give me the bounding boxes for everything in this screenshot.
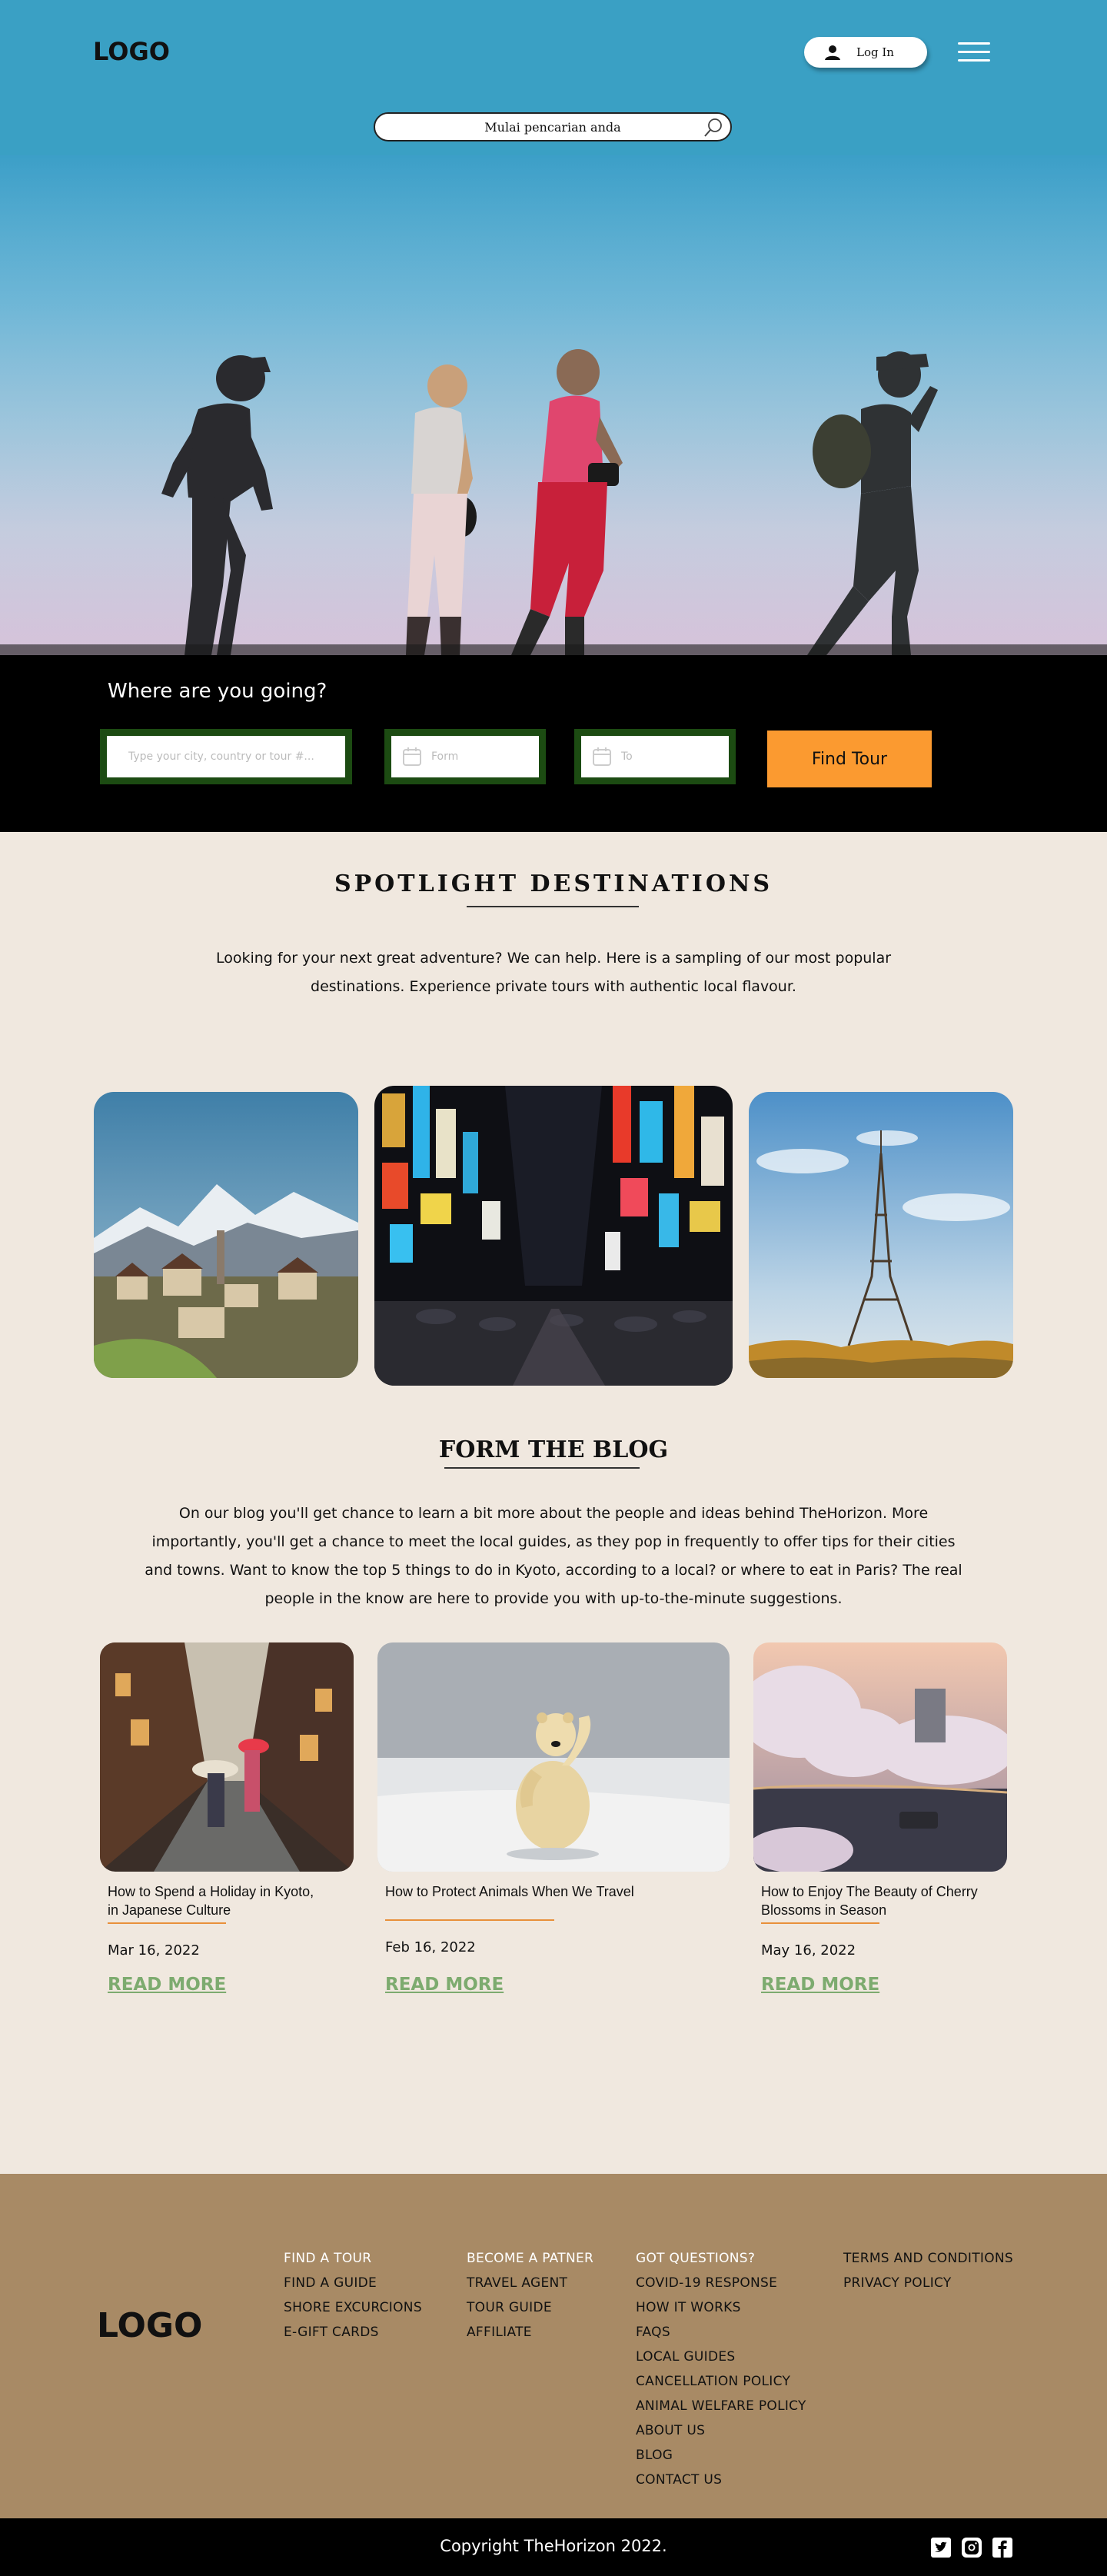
footer-link-how-it-works[interactable]: HOW IT WORKS bbox=[636, 2295, 806, 2320]
from-date-field bbox=[384, 729, 546, 784]
menu-icon[interactable] bbox=[958, 42, 990, 62]
blog-card: How to Protect Animals When We Travel Fe… bbox=[377, 1642, 730, 2042]
blog-image-kyoto[interactable] bbox=[100, 1642, 354, 1872]
blog-post-date: Feb 16, 2022 bbox=[385, 1939, 476, 1955]
site-footer: LOGO FIND A TOUR FIND A GUIDE SHORE EXCU… bbox=[0, 2174, 1107, 2518]
blog-image-polar-bear[interactable] bbox=[377, 1642, 730, 1872]
login-button[interactable]: Log In bbox=[804, 37, 927, 68]
footer-link-animal-welfare-policy[interactable]: ANIMAL WELFARE POLICY bbox=[636, 2394, 806, 2418]
blog-description: On our blog you'll get chance to learn a… bbox=[145, 1505, 962, 1607]
user-icon bbox=[825, 45, 840, 60]
tokyo-night-street-image bbox=[374, 1086, 733, 1386]
footer-link-find-a-guide[interactable]: FIND A GUIDE bbox=[284, 2271, 422, 2295]
read-more-link[interactable]: READ MORE bbox=[385, 1975, 504, 1995]
footer-column-legal: TERMS AND CONDITIONS PRIVACY POLICY bbox=[843, 2246, 1013, 2295]
find-tour-button[interactable]: Find Tour bbox=[767, 731, 932, 787]
kyoto-street-image bbox=[100, 1642, 354, 1872]
destination-field bbox=[100, 729, 352, 784]
footer-link-find-a-tour[interactable]: FIND A TOUR bbox=[284, 2246, 422, 2271]
login-label: Log In bbox=[856, 45, 894, 59]
destination-gallery bbox=[0, 1047, 1107, 1401]
blog-title-underline bbox=[761, 1922, 879, 1924]
blog-title: FORM THE BLOG bbox=[438, 1436, 669, 1463]
footer-link-blog[interactable]: BLOG bbox=[636, 2443, 806, 2468]
spotlight-description: Looking for your next great adventure? W… bbox=[215, 950, 892, 995]
footer-link-e-gift-cards[interactable]: E-GIFT CARDS bbox=[284, 2320, 422, 2345]
from-date-input[interactable] bbox=[431, 751, 539, 763]
blog-post-date: May 16, 2022 bbox=[761, 1942, 856, 1959]
footer-link-travel-agent[interactable]: TRAVEL AGENT bbox=[467, 2271, 593, 2295]
footer-link-tour-guide[interactable]: TOUR GUIDE bbox=[467, 2295, 593, 2320]
calendar-icon bbox=[403, 747, 421, 766]
footer-link-about-us[interactable]: ABOUT US bbox=[636, 2418, 806, 2443]
blog-card: How to Enjoy The Beauty of Cherry Blosso… bbox=[753, 1642, 1007, 2042]
destination-input[interactable] bbox=[107, 751, 345, 763]
header-logo[interactable]: LOGO bbox=[93, 37, 170, 66]
blog-section: FORM THE BLOG On our blog you'll get cha… bbox=[0, 1401, 1107, 2174]
blog-title-underline bbox=[108, 1922, 226, 1924]
eiffel-tower-image bbox=[749, 1092, 1013, 1378]
footer-link-local-guides[interactable]: LOCAL GUIDES bbox=[636, 2345, 806, 2369]
blog-post-title[interactable]: How to Spend a Holiday in Kyoto, in Japa… bbox=[108, 1882, 354, 1919]
blog-image-cherry-blossoms[interactable] bbox=[753, 1642, 1007, 1872]
to-date-field bbox=[574, 729, 736, 784]
site-search bbox=[374, 112, 732, 141]
footer-column-help: GOT QUESTIONS? COVID-19 RESPONSE HOW IT … bbox=[636, 2246, 806, 2492]
copyright-bar: Copyright TheHorizon 2022. bbox=[0, 2518, 1107, 2576]
hikers-silhouette-illustration bbox=[0, 155, 1107, 655]
blog-underline bbox=[444, 1467, 640, 1469]
read-more-link[interactable]: READ MORE bbox=[108, 1975, 226, 1995]
destination-card-alps[interactable] bbox=[94, 1092, 358, 1378]
footer-link-affiliate[interactable]: AFFILIATE bbox=[467, 2320, 593, 2345]
search-icon[interactable] bbox=[703, 117, 724, 138]
destination-card-paris[interactable] bbox=[749, 1092, 1013, 1378]
footer-link-shore-excursions[interactable]: SHORE EXCURCIONS bbox=[284, 2295, 422, 2320]
footer-link-contact-us[interactable]: CONTACT US bbox=[636, 2468, 806, 2492]
to-date-input[interactable] bbox=[621, 751, 729, 763]
twitter-icon[interactable] bbox=[931, 2538, 951, 2558]
footer-link-got-questions[interactable]: GOT QUESTIONS? bbox=[636, 2246, 806, 2271]
footer-link-covid-response[interactable]: COVID-19 RESPONSE bbox=[636, 2271, 806, 2295]
destination-card-tokyo[interactable] bbox=[374, 1086, 733, 1386]
cherry-blossom-river-image bbox=[753, 1642, 1007, 1872]
blog-post-title[interactable]: How to Enjoy The Beauty of Cherry Blosso… bbox=[761, 1882, 1007, 1919]
footer-link-terms-and-conditions[interactable]: TERMS AND CONDITIONS bbox=[843, 2246, 1013, 2271]
blog-title-underline bbox=[385, 1919, 554, 1921]
spotlight-section: SPOTLIGHT DESTINATIONS Looking for your … bbox=[0, 832, 1107, 1047]
hero-image bbox=[0, 155, 1107, 655]
calendar-icon bbox=[593, 747, 611, 766]
footer-column-tours: FIND A TOUR FIND A GUIDE SHORE EXCURCION… bbox=[284, 2246, 422, 2345]
site-search-input[interactable] bbox=[422, 119, 683, 135]
footer-link-cancellation-policy[interactable]: CANCELLATION POLICY bbox=[636, 2369, 806, 2394]
polar-bear-image bbox=[377, 1642, 730, 1872]
spotlight-underline bbox=[467, 906, 639, 907]
instagram-icon[interactable] bbox=[962, 2538, 982, 2558]
facebook-icon[interactable] bbox=[992, 2538, 1012, 2558]
footer-logo[interactable]: LOGO bbox=[97, 2306, 202, 2345]
footer-link-privacy-policy[interactable]: PRIVACY POLICY bbox=[843, 2271, 1013, 2295]
blog-card: How to Spend a Holiday in Kyoto, in Japa… bbox=[100, 1642, 354, 2042]
footer-link-faqs[interactable]: FAQS bbox=[636, 2320, 806, 2345]
tour-search-heading: Where are you going? bbox=[108, 680, 327, 703]
blog-post-date: Mar 16, 2022 bbox=[108, 1942, 200, 1959]
read-more-link[interactable]: READ MORE bbox=[761, 1975, 879, 1995]
footer-column-partners: BECOME A PATNER TRAVEL AGENT TOUR GUIDE … bbox=[467, 2246, 593, 2345]
blog-post-title[interactable]: How to Protect Animals When We Travel bbox=[385, 1882, 723, 1901]
alps-village-image bbox=[94, 1092, 358, 1378]
site-header: LOGO Log In bbox=[0, 0, 1107, 155]
spotlight-title: SPOTLIGHT DESTINATIONS bbox=[334, 870, 773, 897]
footer-link-become-a-partner[interactable]: BECOME A PATNER bbox=[467, 2246, 593, 2271]
tour-search-section: Where are you going? Find Tou bbox=[0, 655, 1107, 832]
